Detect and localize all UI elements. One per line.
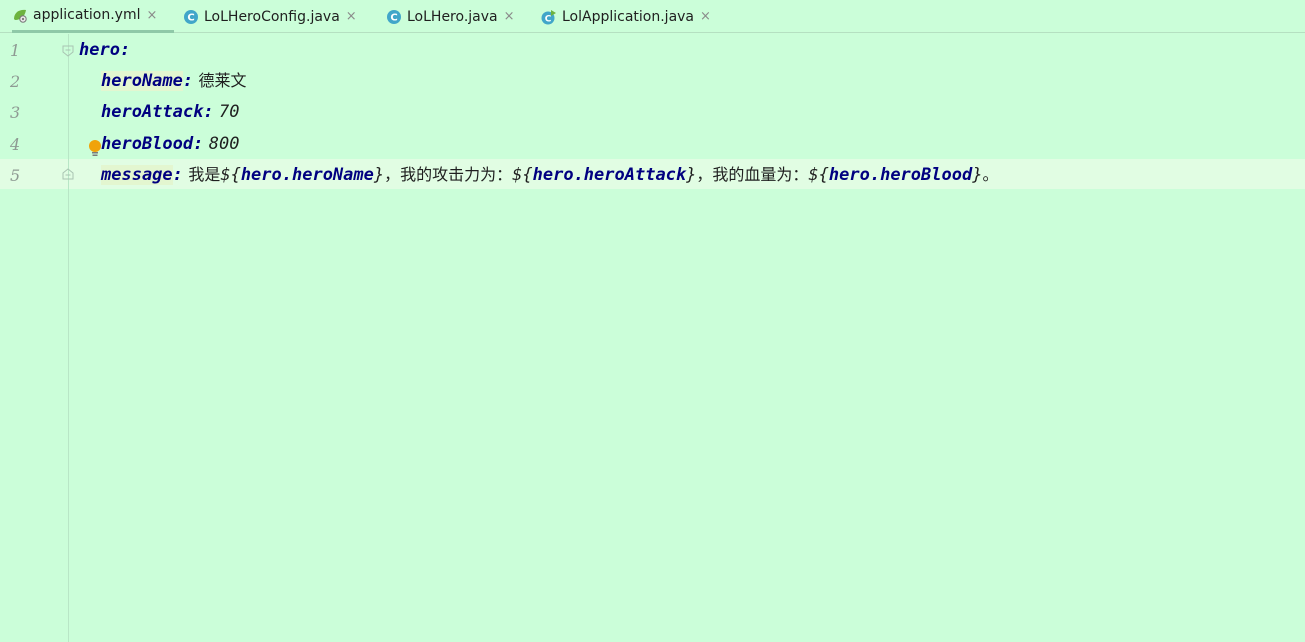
editor-tab-bar: application.yml × C LoLHeroConfig.java ×… (0, 0, 1305, 33)
close-icon[interactable]: × (346, 9, 357, 24)
tab-label: LolApplication.java (562, 8, 695, 25)
placeholder-open: ${ (220, 165, 241, 185)
tab-label: application.yml (33, 7, 141, 23)
yaml-colon: : (182, 71, 194, 91)
yaml-colon: : (119, 40, 131, 60)
svg-text:C: C (187, 12, 194, 23)
svg-text:C: C (545, 14, 552, 24)
code-line-5[interactable]: message: 我是${hero.heroName}，我的攻击力为：${her… (101, 160, 998, 190)
yaml-value: 德莱文 (198, 71, 247, 90)
placeholder-name: hero.heroBlood (828, 165, 973, 185)
yaml-key: heroBlood (101, 134, 194, 154)
yaml-value: 70 (219, 102, 240, 122)
placeholder-open: ${ (808, 165, 829, 185)
placeholder-name: hero.heroAttack (532, 165, 687, 185)
close-icon[interactable]: × (504, 9, 515, 24)
fold-collapse-icon[interactable] (62, 45, 74, 57)
yaml-key: heroName (101, 71, 183, 91)
close-icon[interactable]: × (700, 9, 711, 24)
ide-window: application.yml × C LoLHeroConfig.java ×… (0, 0, 1305, 642)
spring-yaml-icon (14, 9, 27, 23)
tab-label: LoLHeroConfig.java (204, 8, 340, 25)
tab-lolhero-java[interactable]: C LoLHero.java × (386, 0, 531, 33)
line-number: 5 (10, 166, 21, 185)
yaml-value: 800 (208, 134, 240, 154)
gutter-separator (68, 34, 69, 642)
tab-lolapplication-java[interactable]: C LolApplication.java × (541, 0, 731, 33)
intention-bulb-icon[interactable] (88, 139, 102, 159)
code-line-2[interactable]: heroName: 德莱文 (101, 66, 247, 96)
tab-label: LoLHero.java (407, 8, 498, 25)
code-editor[interactable]: 1 2 3 4 5 hero: heroName: 德莱文 heroAttack… (0, 34, 1305, 642)
line-number: 1 (10, 41, 21, 60)
code-line-1[interactable]: hero: (79, 35, 130, 65)
yaml-key: message (101, 165, 173, 185)
placeholder-close: } (686, 165, 697, 185)
code-line-4[interactable]: heroBlood: 800 (101, 129, 240, 159)
code-line-3[interactable]: heroAttack: 70 (101, 97, 240, 127)
fold-end-icon[interactable] (62, 168, 74, 180)
line-number: 2 (10, 72, 21, 91)
yaml-colon: : (172, 165, 183, 185)
message-text: 我是 (188, 165, 221, 184)
line-number: 4 (10, 135, 21, 154)
yaml-colon: : (203, 102, 214, 122)
tab-application-yml[interactable]: application.yml × (12, 0, 174, 33)
yaml-key: hero (79, 40, 120, 60)
placeholder-close: } (373, 165, 385, 185)
message-text: ，我的攻击力为： (384, 165, 513, 184)
svg-text:C: C (390, 12, 397, 23)
placeholder-close: } (972, 165, 983, 185)
yaml-key: heroAttack (101, 102, 204, 122)
message-text: 。 (982, 165, 999, 184)
java-class-icon: C (387, 9, 401, 24)
java-class-icon: C (184, 9, 198, 24)
close-icon[interactable]: × (147, 8, 158, 23)
placeholder-name: hero.heroName (240, 165, 374, 185)
tab-lolheroconfig-java[interactable]: C LoLHeroConfig.java × (183, 0, 373, 33)
spring-boot-app-icon: C (541, 9, 556, 24)
yaml-colon: : (193, 134, 204, 154)
message-text: ，我的血量为： (696, 165, 809, 184)
placeholder-open: ${ (512, 165, 533, 185)
line-number: 3 (10, 103, 21, 122)
